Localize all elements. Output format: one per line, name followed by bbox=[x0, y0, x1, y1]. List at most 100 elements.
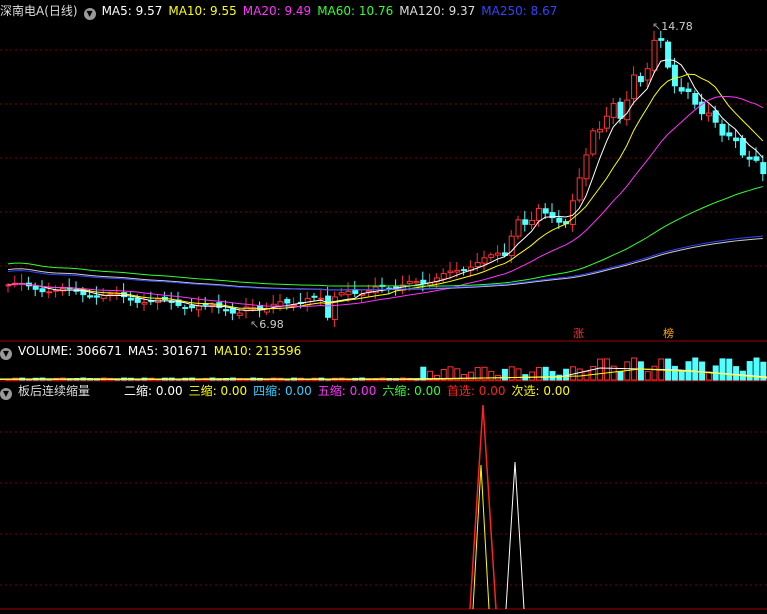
signal-spike-secondary bbox=[505, 461, 525, 610]
collapse-icon[interactable]: ▼ bbox=[0, 388, 12, 400]
main-panel-header: 深南电A(日线) ▼ MA5: 9.57 MA10: 9.55 MA20: 9.49 MA… bbox=[0, 3, 569, 20]
candle-body bbox=[542, 208, 549, 214]
volume-bar bbox=[597, 358, 604, 381]
candle-body bbox=[515, 219, 522, 237]
candle-body bbox=[236, 312, 243, 316]
main-indicator-3: MA60: 10.76 bbox=[317, 4, 394, 18]
volume-indicator-2: MA10: 213596 bbox=[213, 344, 302, 358]
signal-indicator-2: 四缩: 0.00 bbox=[253, 384, 312, 398]
volume-bar bbox=[549, 371, 556, 381]
candle-body bbox=[461, 269, 468, 272]
volume-bar bbox=[644, 371, 651, 381]
signal-indicator-4: 六缩: 0.00 bbox=[382, 384, 441, 398]
ma20-line bbox=[7, 95, 764, 308]
candle-body bbox=[284, 298, 291, 304]
chart-canvas[interactable] bbox=[0, 0, 767, 614]
candle-body bbox=[107, 293, 114, 296]
signal-spike-secondary bbox=[472, 464, 490, 610]
candle-body bbox=[447, 270, 454, 274]
candle-body bbox=[413, 281, 420, 284]
volume-bar bbox=[651, 365, 658, 381]
high-price-label: ↖14.78 bbox=[652, 20, 693, 33]
candle-body bbox=[692, 93, 699, 105]
candle-body bbox=[127, 297, 134, 301]
candle-body bbox=[141, 301, 148, 305]
candle-body bbox=[454, 269, 461, 273]
volume-bar bbox=[501, 368, 508, 381]
ma60-line bbox=[7, 186, 763, 287]
candle-body bbox=[637, 76, 644, 83]
volume-bar bbox=[726, 358, 733, 381]
candle-body bbox=[678, 87, 685, 92]
candle-body bbox=[522, 219, 529, 225]
main-indicator-2: MA20: 9.49 bbox=[242, 4, 312, 18]
candle-body bbox=[610, 103, 617, 118]
volume-bar bbox=[515, 368, 522, 381]
volume-bar bbox=[563, 368, 570, 381]
main-indicator-4: MA120: 9.37 bbox=[399, 4, 476, 18]
candle-body bbox=[576, 177, 583, 201]
signal-indicator-1: 三缩: 0.00 bbox=[188, 384, 248, 398]
candle-body bbox=[182, 306, 189, 309]
volume-bar bbox=[678, 370, 685, 381]
limit-up-marker[interactable]: 涨 bbox=[573, 327, 584, 341]
main-indicator-1: MA10: 9.55 bbox=[168, 4, 237, 18]
candle-body bbox=[495, 252, 502, 256]
candle-body bbox=[440, 273, 447, 280]
candle-body bbox=[406, 280, 413, 285]
candle-body bbox=[100, 294, 107, 299]
candle-body bbox=[488, 254, 495, 258]
candle-body bbox=[753, 156, 760, 161]
candle-body bbox=[760, 162, 767, 175]
stock-name: 深南电A(日线) bbox=[0, 4, 78, 18]
candle-body bbox=[331, 296, 338, 320]
candle-body bbox=[189, 305, 196, 309]
ma250-line bbox=[7, 235, 763, 291]
candle-body bbox=[168, 300, 175, 303]
collapse-icon[interactable]: ▼ bbox=[0, 348, 12, 360]
ranking-marker[interactable]: 榜 bbox=[663, 327, 674, 341]
volume-bar bbox=[719, 358, 726, 381]
candle-body bbox=[719, 123, 726, 136]
candle-body bbox=[617, 101, 624, 119]
candle-body bbox=[46, 291, 53, 294]
volume-bar bbox=[617, 371, 624, 381]
candle-body bbox=[597, 128, 604, 133]
volume-indicator-0: VOLUME: 306671 bbox=[18, 344, 122, 358]
volume-panel-header: ▼ VOLUME: 306671 MA5: 301671 MA10: 213596 bbox=[0, 343, 313, 360]
candle-body bbox=[195, 305, 202, 311]
volume-bar bbox=[671, 365, 678, 381]
volume-bar bbox=[529, 371, 536, 381]
volume-bar bbox=[420, 366, 427, 381]
signal-indicator-0: 二缩: 0.00 bbox=[124, 384, 183, 398]
volume-bar bbox=[576, 368, 583, 381]
candle-body bbox=[733, 137, 740, 142]
volume-bar bbox=[590, 365, 597, 381]
candle-body bbox=[32, 285, 39, 290]
candle-body bbox=[93, 295, 100, 298]
main-indicator-5: MA250: 8.67 bbox=[481, 4, 558, 18]
candle-body bbox=[345, 290, 352, 296]
candle-body bbox=[603, 115, 610, 129]
signal-panel-title: 板后连续缩量 bbox=[18, 384, 91, 398]
candle-body bbox=[705, 112, 712, 117]
candle-body bbox=[685, 88, 692, 93]
candle-body bbox=[223, 309, 230, 312]
candle-body bbox=[590, 130, 597, 155]
candle-body bbox=[644, 68, 651, 81]
volume-bar bbox=[603, 358, 610, 381]
candle-body bbox=[420, 279, 427, 285]
signal-indicator-6: 次选: 0.00 bbox=[511, 384, 571, 398]
candle-body bbox=[712, 110, 719, 123]
volume-bar bbox=[488, 370, 495, 381]
candle-body bbox=[665, 41, 672, 68]
candle-body bbox=[474, 262, 481, 267]
collapse-icon[interactable]: ▼ bbox=[83, 8, 96, 20]
volume-bar bbox=[637, 361, 644, 381]
low-price-label: ↖6.98 bbox=[250, 318, 284, 331]
candle-body bbox=[535, 207, 542, 221]
candle-body bbox=[39, 288, 46, 293]
candle-body bbox=[318, 297, 325, 300]
volume-bar bbox=[692, 357, 699, 381]
signal-panel-header: ▼ 板后连续缩量 二缩: 0.00 三缩: 0.00 四缩: 0.00 五缩: 0.00 六… bbox=[0, 383, 582, 400]
